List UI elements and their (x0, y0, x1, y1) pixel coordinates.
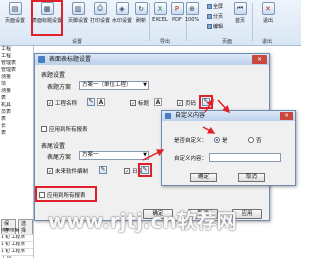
ribbon-separator (252, 3, 253, 41)
header-section-label: 表题设置 (41, 72, 66, 79)
list-item[interactable]: 测量 (0, 88, 33, 95)
chevron-down-icon: ▼ (143, 152, 147, 158)
list-item[interactable]: 机具 (0, 102, 33, 109)
custom-question-label: 是否自定义： (174, 138, 208, 144)
zoom-button[interactable]: ⊕ 100% (180, 2, 204, 32)
checkbox-box[interactable] (124, 168, 130, 174)
list-item[interactable]: 测量 (0, 74, 33, 81)
group-label-export: 导出 (160, 39, 171, 45)
watermark-text: www.rjtj.cn软荐网 (48, 209, 237, 233)
list-item[interactable]: 工程 (0, 53, 33, 60)
dialog-title: 表面表标题设置 (49, 56, 92, 63)
footer-setup-button[interactable]: ▥ 页脚设置 (66, 2, 90, 32)
app-icon (165, 113, 171, 119)
radio-no[interactable]: 否 (248, 136, 262, 144)
table-row[interactable]: 1 初 工程项 (1, 242, 33, 249)
header-scheme-label: 表题方案 (47, 84, 72, 91)
font-icon[interactable]: A (154, 98, 162, 106)
custom-content-dialog: 自定义内容 ✕ 是否自定义： 是 否 自定义内容： 确定 取消 (161, 110, 296, 186)
checkbox-box[interactable] (130, 100, 136, 106)
checkbox-box[interactable] (41, 126, 47, 132)
custom-content-label: 自定义内容： (174, 156, 208, 162)
exit-button[interactable]: ✕ 退出 (256, 2, 280, 32)
checkbox-software[interactable]: 未来软件编制 (47, 167, 88, 175)
list-item[interactable]: 工程 (0, 46, 33, 53)
table-row[interactable]: 1 初 工程项 (1, 249, 33, 256)
page-setup-button[interactable]: ▤ 页面设置 (3, 2, 27, 32)
checkbox-page[interactable]: 页码 (177, 99, 196, 107)
edit-button[interactable]: 编辑 (207, 23, 223, 30)
checkbox-box[interactable] (47, 100, 53, 106)
paging-button[interactable]: 分页 (207, 13, 223, 20)
highlight-edit-page (199, 95, 213, 109)
close-icon[interactable]: ✕ (252, 55, 267, 64)
radio-yes[interactable]: 是 (214, 136, 228, 144)
watermark-icon: ◈ (115, 2, 129, 15)
table-row[interactable]: 1 初 工程项 (1, 235, 33, 242)
edit-icon (207, 24, 212, 29)
first-page-icon: ⏮ (233, 2, 247, 15)
group-label-settings: 设置 (72, 39, 83, 45)
highlight-edit-date (138, 163, 152, 177)
highlight-header-setup (31, 0, 63, 36)
print-setup-button[interactable]: ⎙ 打印设置 (88, 2, 112, 32)
footer-scheme-label: 表尾方案 (47, 154, 72, 161)
list-item[interactable]: 员表 (0, 109, 33, 116)
custom-content-input[interactable] (209, 153, 281, 162)
list-item[interactable]: 项 (0, 81, 33, 88)
checkbox-project-name[interactable]: 工程名称 (47, 99, 77, 107)
footer-scheme-select[interactable]: 方案一 ▼ (79, 151, 149, 160)
dialog-titlebar: 表面表标题设置 ✕ (35, 54, 269, 65)
chevron-down-icon: ▼ (143, 82, 147, 88)
ok-button[interactable]: 确定 (190, 173, 217, 182)
checkbox-box[interactable] (177, 100, 183, 106)
fullscreen-button[interactable]: 全屏 (207, 3, 223, 10)
table-row[interactable]: 项目组编 (1, 228, 33, 235)
checkbox-box[interactable] (47, 168, 53, 174)
left-table: 项目组编 1 初 工程项 1 初 工程项 1 初 工程项 工 设 (1, 228, 33, 258)
list-item[interactable]: 管理表 (0, 60, 33, 67)
zoom-icon: ⊕ (185, 2, 199, 15)
fullscreen-icon (207, 4, 212, 9)
refresh-icon: ↻ (134, 2, 148, 15)
print-setup-icon: ⎙ (93, 2, 107, 15)
list-item[interactable]: 管理表 (0, 67, 33, 74)
footer-setup-icon: ▥ (71, 2, 85, 15)
edit-software-button[interactable]: ✎ (99, 166, 107, 174)
page-setup-icon: ▤ (8, 2, 22, 15)
group-label-exit: 退出 (262, 39, 273, 45)
edit-project-name-button[interactable]: ✎ (87, 98, 95, 106)
app-icon (38, 56, 45, 63)
radio-button[interactable] (214, 137, 220, 143)
list-item[interactable]: 表 (0, 116, 33, 123)
font-icon[interactable]: A (97, 98, 105, 106)
checkbox-apply-all-header[interactable]: 应用到所有报表 (41, 125, 88, 133)
header-scheme-select[interactable]: 方案一（单位工程） ▼ (79, 81, 149, 90)
footer-section-label: 表尾设置 (41, 143, 66, 150)
list-item[interactable]: 长 (0, 123, 33, 130)
cancel-button[interactable]: 取消 (238, 173, 265, 182)
radio-button[interactable] (248, 137, 254, 143)
list-item[interactable]: 表 (0, 130, 33, 137)
subdialog-titlebar: 自定义内容 ✕ (162, 111, 295, 121)
list-item[interactable]: 表 (0, 95, 33, 102)
first-page-button[interactable]: ⏮ 首页 (228, 2, 252, 32)
exit-icon: ✕ (261, 2, 275, 15)
close-icon[interactable]: ✕ (280, 112, 293, 120)
paging-icon (207, 14, 212, 19)
highlight-apply-all-footer (35, 186, 97, 202)
left-panel: 工程 工程 管理表 管理表 测量 项 测量 表 机具 员表 表 长 表 保存 选… (0, 46, 34, 258)
checkbox-title[interactable]: 标题 (130, 99, 149, 107)
group-label-page: 页面 (222, 39, 233, 45)
subdialog-title: 自定义内容 (175, 112, 206, 119)
